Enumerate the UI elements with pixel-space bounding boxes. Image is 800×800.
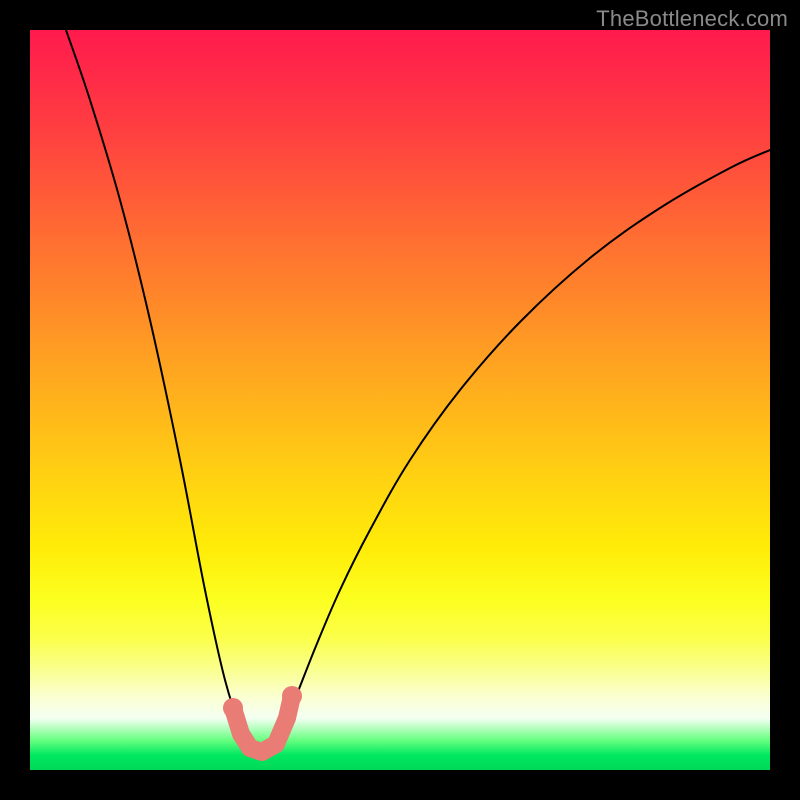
chart-frame: TheBottleneck.com xyxy=(0,0,800,800)
bottleneck-curve xyxy=(66,30,770,757)
watermark-text: TheBottleneck.com xyxy=(596,6,788,32)
plot-area xyxy=(30,30,770,770)
optimum-marker-dot-right xyxy=(282,686,302,706)
optimum-marker-dot-left xyxy=(223,698,243,718)
curve-layer xyxy=(30,30,770,770)
